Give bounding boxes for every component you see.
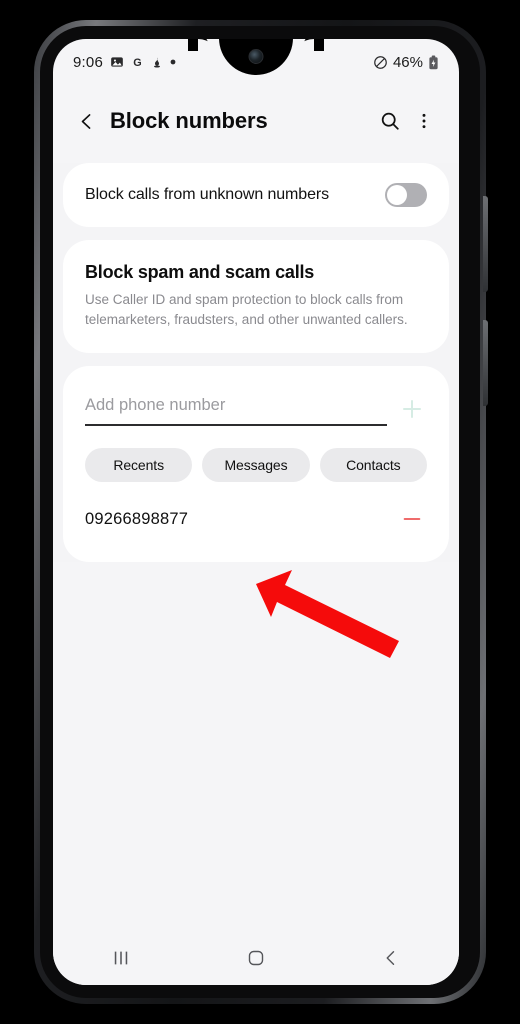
back-chevron-icon[interactable] [361,938,421,978]
status-time: 9:06 [73,53,103,71]
more-vertical-icon[interactable] [407,104,441,138]
block-unknown-numbers-label: Block calls from unknown numbers [85,186,330,203]
chip-recents[interactable]: Recents [85,448,193,483]
source-chip-row: Recents Messages Contacts [85,426,427,483]
home-icon[interactable] [226,938,286,978]
app-bar: Block numbers [53,85,459,157]
status-bar: 9:06 G 46% [53,39,459,85]
chip-contacts[interactable]: Contacts [319,448,427,483]
table-row[interactable]: 09266898877 [85,498,427,540]
navigation-bar [53,931,459,985]
google-icon: G [131,55,144,69]
battery-percent: 46% [392,53,423,71]
svg-text:G: G [133,57,141,69]
block-unknown-numbers-row[interactable]: Block calls from unknown numbers [63,163,449,227]
add-number-section: Recents Messages Contacts [63,366,449,483]
chip-messages[interactable]: Messages [202,448,310,483]
skype-icon [151,56,163,69]
minus-icon[interactable] [397,504,427,534]
power-button[interactable] [483,320,488,406]
add-number-row [85,394,427,427]
status-bar-left: 9:06 G [73,54,176,71]
blocked-numbers-list: 09266898877 [63,482,449,563]
phone-frame: 9:06 G 46% Block numbers Block calls fro… [34,20,488,1004]
phone-screen: 9:06 G 46% Block numbers Block calls fro… [53,39,459,985]
add-number-field[interactable] [85,396,387,427]
plus-icon[interactable] [397,394,427,424]
blocked-number-value: 09266898877 [85,509,189,528]
dot-icon [170,59,176,65]
volume-button[interactable] [483,196,488,292]
block-unknown-numbers-toggle[interactable] [385,183,427,207]
add-number-input[interactable] [85,396,387,416]
battery-charging-icon [428,54,439,70]
block-spam-title: Block spam and scam calls [85,262,315,282]
recents-icon[interactable] [91,938,151,978]
page-title: Block numbers [110,108,268,133]
block-spam-description: Use Caller ID and spam protection to blo… [85,292,408,327]
do-not-disturb-icon [373,55,388,70]
settings-content: Block calls from unknown numbers Block s… [53,163,459,563]
annotation-arrow [256,570,399,658]
status-bar-right: 46% [373,39,439,85]
search-icon[interactable] [373,104,407,138]
back-button[interactable] [71,106,101,136]
image-icon [110,55,124,69]
block-spam-section[interactable]: Block spam and scam calls Use Caller ID … [63,240,449,354]
